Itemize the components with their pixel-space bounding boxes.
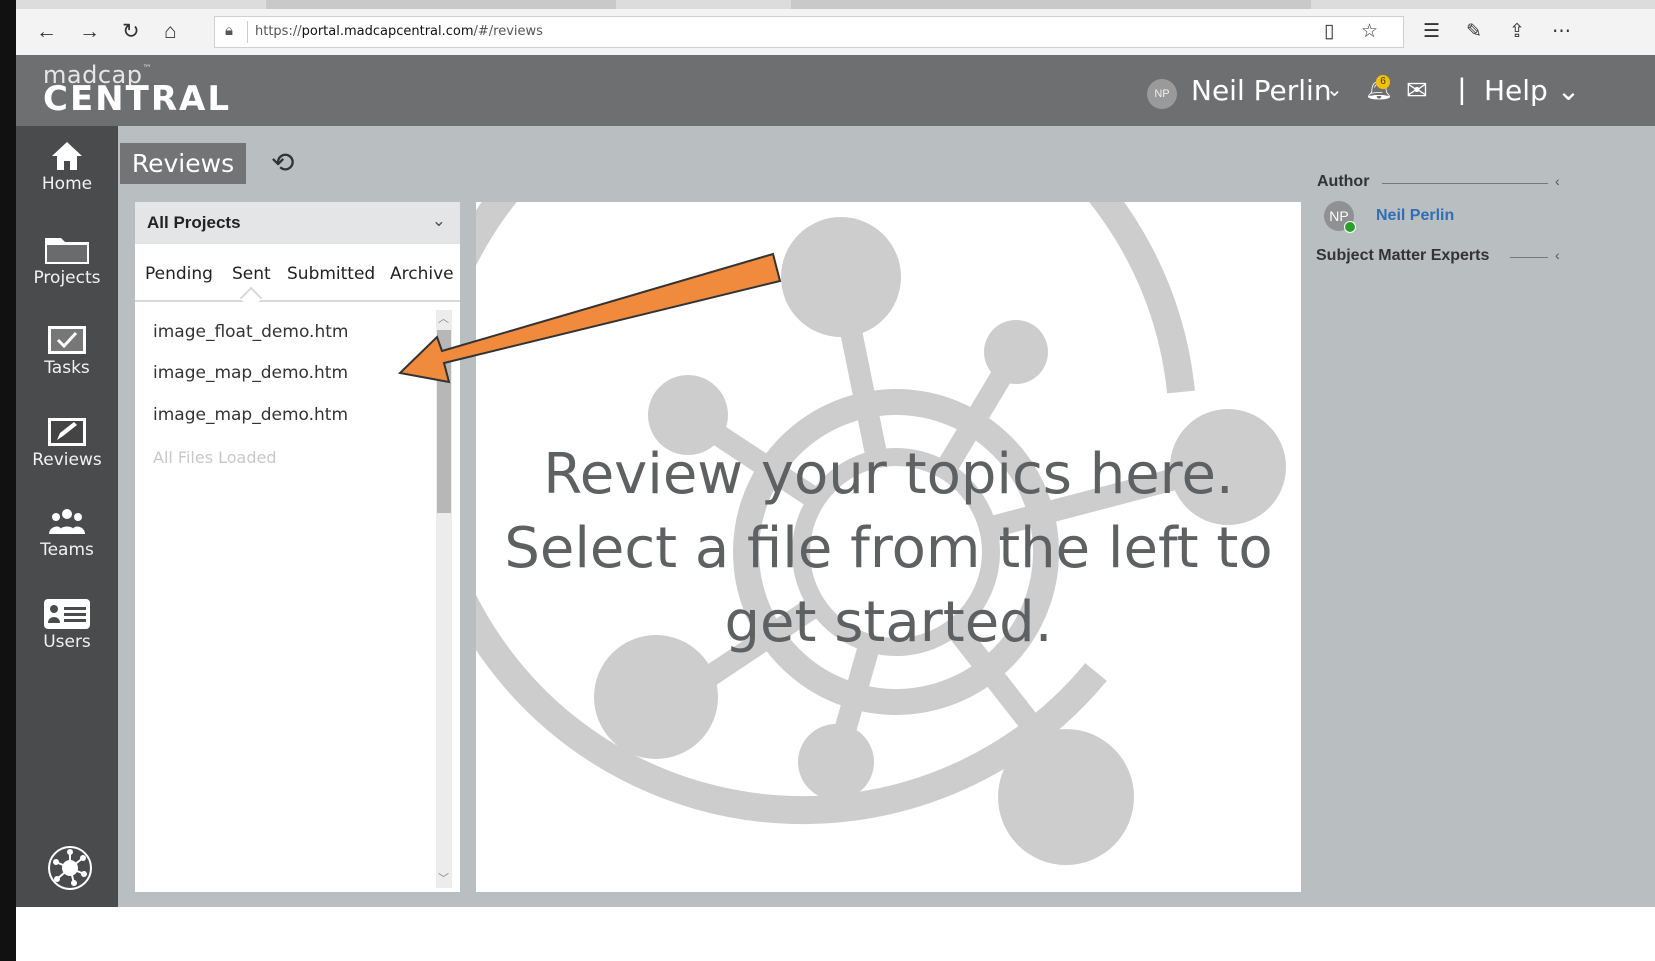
annotation-arrow bbox=[397, 252, 782, 384]
bottom-strip bbox=[16, 907, 1655, 961]
